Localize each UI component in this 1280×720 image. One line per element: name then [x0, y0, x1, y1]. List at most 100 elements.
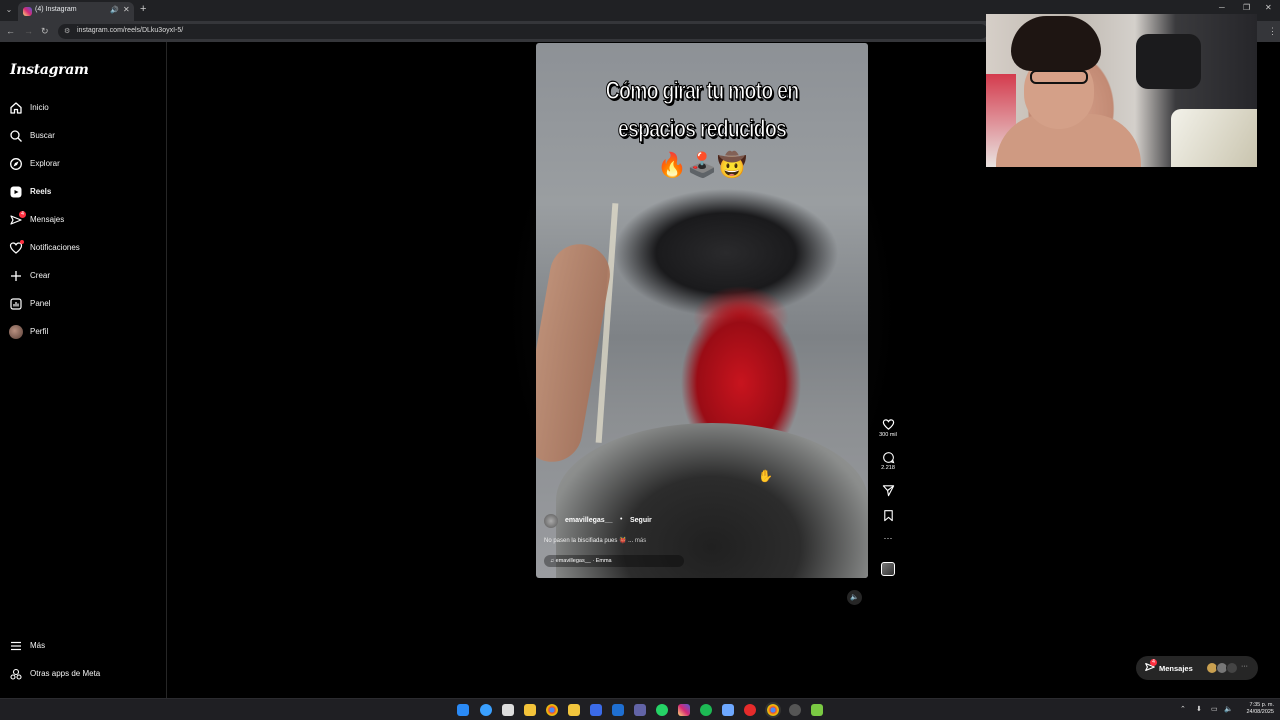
dashboard-icon [10, 298, 22, 310]
chat-avatar [1226, 662, 1238, 674]
record-icon[interactable] [744, 704, 756, 716]
sidebar-item-explorar[interactable]: Explorar [8, 154, 158, 176]
reel-video[interactable]: Cómo girar tu moto en espacios reducidos… [536, 43, 868, 578]
sidebar-item-label: Explorar [30, 159, 60, 168]
search-icon [10, 130, 22, 142]
sidebar-item-notificaciones[interactable]: Notificaciones [8, 238, 158, 260]
notifications-dot [20, 240, 24, 244]
arrow-app-icon[interactable] [590, 704, 602, 716]
sidebar-item-label: Crear [30, 271, 51, 280]
notes-icon[interactable] [568, 704, 580, 716]
sidebar-item-mensajes[interactable]: 4 Mensajes [8, 210, 158, 232]
home-icon [10, 102, 22, 114]
messages-badge: 4 [19, 211, 26, 218]
browser-menu-icon[interactable]: ⋮ [1268, 26, 1277, 37]
url-field[interactable]: ⚙ instagram.com/reels/DLku3oyxI-5/ [58, 24, 988, 39]
follow-button[interactable]: Seguir [630, 517, 652, 524]
clock-time: 7:35 p. m. [1249, 702, 1274, 708]
whatsapp-icon[interactable] [656, 704, 668, 716]
audio-label: ♫ emavillegas__ · Emma [550, 558, 612, 564]
like-button[interactable]: 300 mil [876, 418, 900, 438]
file-explorer-icon[interactable] [524, 704, 536, 716]
bookmark-icon [883, 510, 893, 522]
instagram-favicon-icon [23, 7, 32, 16]
webcam-person-hair [1011, 16, 1101, 71]
sidebar-item-perfil[interactable]: Perfil [8, 322, 158, 344]
reel-audio-link[interactable]: ♫ emavillegas__ · Emma [544, 555, 684, 567]
messages-pill[interactable]: 4 Mensajes ··· [1136, 656, 1258, 680]
send-icon [882, 485, 894, 497]
security-icon[interactable] [722, 704, 734, 716]
sidebar-item-label: Notificaciones [30, 243, 80, 252]
caption-text: No pasen la biscifiada pues 👹 ... [544, 538, 634, 544]
tray-display-icon[interactable]: ▭ [1211, 705, 1218, 713]
share-button[interactable] [876, 484, 900, 497]
speaker-icon[interactable]: 🔊 [110, 6, 119, 14]
plus-icon [11, 271, 21, 281]
mouse-cursor-icon: ✋ [758, 469, 773, 483]
reel-title-line1: Cómo girar tu moto en [605, 76, 799, 105]
url-text: instagram.com/reels/DLku3oyxI-5/ [77, 27, 184, 34]
obs-icon[interactable] [789, 704, 801, 716]
likes-count: 300 mil [879, 432, 897, 438]
avatar-icon [9, 325, 23, 339]
messages-badge: 4 [1150, 659, 1157, 666]
tray-volume-icon[interactable]: 🔈 [1224, 705, 1233, 713]
chrome-active-icon[interactable] [767, 704, 779, 716]
author-avatar[interactable] [544, 514, 558, 528]
webcam-clothes [1171, 109, 1257, 167]
comment-icon [882, 452, 894, 464]
taskbar-clock[interactable]: 7:35 p. m. 24/08/2025 [1238, 702, 1274, 716]
comment-button[interactable]: 2.218 [876, 451, 900, 471]
volume-icon[interactable]: 🔈 [847, 590, 862, 605]
sidebar-item-reels[interactable]: Reels [8, 182, 158, 204]
tab-search-icon[interactable]: ⌄ [3, 4, 15, 16]
author-username[interactable]: emavillegas__ [565, 517, 612, 524]
app-icon[interactable] [811, 704, 823, 716]
minimize-icon[interactable]: ─ [1219, 3, 1225, 12]
new-tab-icon[interactable]: + [140, 3, 146, 15]
task-view-icon[interactable] [502, 704, 514, 716]
webcam-overlay [986, 14, 1257, 167]
reel-caption[interactable]: No pasen la biscifiada pues 👹 ... más [544, 537, 646, 544]
separator-dot: • [620, 516, 623, 523]
instagram-icon[interactable] [678, 704, 690, 716]
site-info-icon[interactable]: ⚙ [64, 27, 70, 35]
sidebar-item-panel[interactable]: Panel [8, 294, 158, 316]
more-chats-icon: ··· [1241, 663, 1248, 670]
sidebar-item-label: Otras apps de Meta [30, 669, 101, 678]
sidebar-item-otras-apps[interactable]: Otras apps de Meta [8, 664, 158, 686]
tray-download-icon[interactable]: ⬇ [1196, 705, 1202, 713]
taskbar: ⌃ ⬇ ▭ 🔈 7:35 p. m. 24/08/2025 [0, 698, 1280, 720]
close-tab-icon[interactable]: ✕ [123, 5, 130, 14]
close-window-icon[interactable]: ✕ [1265, 3, 1272, 12]
caption-more-link[interactable]: más [635, 538, 646, 544]
forward-icon[interactable]: → [24, 26, 33, 36]
compass-icon [10, 158, 22, 170]
restore-icon[interactable]: ❐ [1243, 3, 1250, 12]
spotify-icon[interactable] [700, 704, 712, 716]
sidebar-item-buscar[interactable]: Buscar [8, 126, 158, 148]
webcam-chair [1136, 34, 1201, 89]
browser-tab[interactable]: (4) Instagram 🔊 ✕ [18, 2, 134, 21]
save-button[interactable] [876, 509, 900, 522]
instagram-logo[interactable]: Instagram [10, 62, 89, 78]
meta-apps-icon [10, 668, 22, 680]
more-options-icon[interactable]: ··· [876, 534, 900, 543]
tray-chevron-icon[interactable]: ⌃ [1180, 705, 1186, 713]
sidebar-item-mas[interactable]: Más [8, 636, 158, 658]
outlook-icon[interactable] [612, 704, 624, 716]
search-icon[interactable] [480, 704, 492, 716]
back-icon[interactable]: ← [6, 26, 15, 36]
sidebar-item-crear[interactable]: Crear [8, 266, 158, 288]
sidebar-item-label: Buscar [30, 131, 55, 140]
reload-icon[interactable]: ↻ [41, 26, 49, 36]
teams-icon[interactable] [634, 704, 646, 716]
audio-thumbnail[interactable] [881, 562, 895, 576]
sidebar-item-inicio[interactable]: Inicio [8, 98, 158, 120]
sidebar: Instagram Inicio Buscar Explorar Reels 4… [0, 42, 167, 698]
sidebar-item-label: Más [30, 641, 46, 650]
windows-start-icon[interactable] [457, 704, 469, 716]
menu-icon [11, 641, 21, 651]
chrome-icon[interactable] [546, 704, 558, 716]
